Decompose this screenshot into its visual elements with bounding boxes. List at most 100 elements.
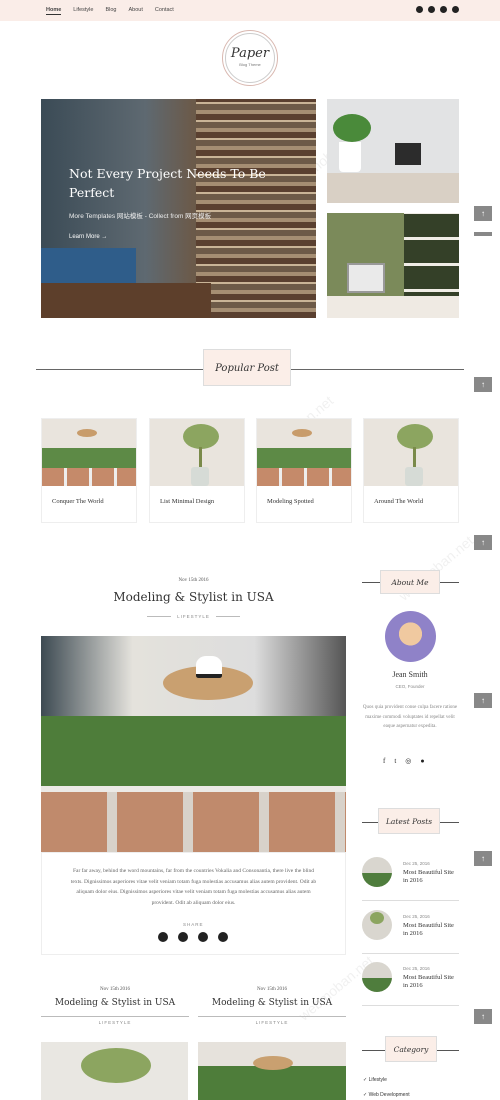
nav-item-contact[interactable]: Contact <box>155 7 174 15</box>
twitter-icon[interactable] <box>416 6 423 13</box>
learn-more-label: Learn More <box>69 234 100 240</box>
category-item[interactable]: ✓ Web Development <box>363 1092 410 1098</box>
latest-post-title[interactable]: Most Beautiful Site in 2016 <box>403 922 458 938</box>
scroll-top-button[interactable]: ↑ <box>474 535 492 550</box>
header-social <box>416 6 459 13</box>
post-date: Nov 15th 2016 <box>100 987 130 992</box>
article-date: Nov 15th 2016 <box>178 578 209 583</box>
post-thumb <box>362 962 392 992</box>
popular-card[interactable]: Modeling Spotted <box>256 418 352 523</box>
divider-line <box>362 900 459 901</box>
card-title[interactable]: List Minimal Design <box>150 486 244 505</box>
hero-floor-image <box>41 283 211 318</box>
laptop-shape <box>347 263 385 293</box>
latest-post-item[interactable]: Dec 25, 2016 Most Beautiful Site in 2016 <box>362 857 459 893</box>
hero-learn-more-link[interactable]: Learn More → <box>69 234 107 240</box>
nav-item-lifestyle[interactable]: Lifestyle <box>73 7 93 15</box>
twitter-icon[interactable] <box>158 932 168 942</box>
post-thumb <box>362 857 392 887</box>
github-icon[interactable]: ● <box>420 757 424 765</box>
nav-item-blog[interactable]: Blog <box>105 7 116 15</box>
scroll-top-button[interactable]: ↑ <box>474 1009 492 1024</box>
article-body: Far far away, behind the word mountains,… <box>41 852 346 955</box>
latest-post-title[interactable]: Most Beautiful Site in 2016 <box>403 974 458 990</box>
author-role: CEO, Founder <box>395 684 425 689</box>
author-bio: Quos quia provident conse culpa facere r… <box>362 705 458 729</box>
divider-line <box>362 1005 459 1006</box>
hero-title[interactable]: Not Every Project Needs To Be Perfect <box>69 164 269 202</box>
divider-line <box>216 616 240 617</box>
scroll-top-button[interactable]: ↑ <box>474 851 492 866</box>
popular-card[interactable]: List Minimal Design <box>149 418 245 523</box>
article-title[interactable]: Modeling & Stylist in USA <box>41 590 346 604</box>
check-icon: ✓ <box>363 1077 368 1083</box>
post-thumb <box>362 910 392 940</box>
post-category[interactable]: LIFESTYLE <box>41 1020 189 1025</box>
post-title[interactable]: Modeling & Stylist in USA <box>198 998 346 1008</box>
category-item-label: Lifestyle <box>368 1077 387 1083</box>
latest-post-item[interactable]: Dec 25, 2016 Most Beautiful Site in 2016 <box>362 910 459 946</box>
scroll-top-button[interactable]: ↑ <box>474 377 492 392</box>
plant-shape <box>333 114 371 142</box>
scroll-top-button[interactable]: ↑ <box>474 206 492 221</box>
hat-shape <box>253 1056 293 1070</box>
article-image[interactable] <box>41 636 346 852</box>
scroll-top-button[interactable]: ↑ <box>474 693 492 708</box>
instagram-icon[interactable]: ◎ <box>405 757 411 765</box>
flowers-shape <box>41 716 346 786</box>
nav-item-home[interactable]: Home <box>46 7 62 15</box>
post-category[interactable]: LIFESTYLE <box>198 1020 346 1025</box>
tree-shape <box>81 1048 151 1083</box>
post-image[interactable] <box>41 1042 188 1100</box>
hero-side-image-top[interactable] <box>327 99 459 203</box>
category-heading: Category <box>385 1036 437 1062</box>
arrow-right-icon: → <box>101 234 108 240</box>
hero-sofa-image <box>41 248 136 288</box>
latest-post-date: Dec 25, 2016 <box>403 914 430 919</box>
popular-card[interactable]: Around The World <box>363 418 459 523</box>
latest-post-date: Dec 25, 2016 <box>403 966 430 971</box>
facebook-icon[interactable] <box>178 932 188 942</box>
card-title[interactable]: Modeling Spotted <box>257 486 351 505</box>
card-title[interactable]: Conquer The World <box>42 486 136 505</box>
dribbble-icon[interactable] <box>452 6 459 13</box>
post-title[interactable]: Modeling & Stylist in USA <box>41 998 189 1008</box>
divider-line <box>147 616 171 617</box>
divider-line <box>41 1016 189 1017</box>
facebook-icon[interactable] <box>428 6 435 13</box>
linkedin-icon[interactable] <box>440 6 447 13</box>
hero-side-image-bottom[interactable] <box>327 213 459 318</box>
category-item[interactable]: ✓ Lifestyle <box>363 1077 387 1083</box>
hero-slide[interactable]: Not Every Project Needs To Be Perfect Mo… <box>41 99 316 318</box>
twitter-icon[interactable]: t <box>394 757 396 765</box>
popular-card[interactable]: Conquer The World <box>41 418 137 523</box>
latest-posts-heading: Latest Posts <box>378 808 440 834</box>
latest-post-title[interactable]: Most Beautiful Site in 2016 <box>403 869 458 885</box>
scroll-handle[interactable] <box>474 232 492 236</box>
divider-line <box>291 369 464 370</box>
post-image[interactable] <box>198 1042 346 1100</box>
latest-post-item[interactable]: Dec 25, 2016 Most Beautiful Site in 2016 <box>362 962 459 998</box>
latest-post-date: Dec 25, 2016 <box>403 861 430 866</box>
flowers-shape <box>198 1066 346 1100</box>
hat-crown-shape <box>196 656 222 678</box>
logo-title: Paper <box>230 46 270 61</box>
site-logo[interactable]: Paper Blog Theme <box>222 30 278 86</box>
card-title[interactable]: Around The World <box>364 486 458 505</box>
desk-shape <box>327 296 459 318</box>
main-nav: Home Lifestyle Blog About Contact <box>46 7 174 15</box>
about-me-label: About Me <box>391 578 429 587</box>
pot-shape <box>339 142 361 172</box>
nav-item-about[interactable]: About <box>128 7 142 15</box>
facebook-icon[interactable]: f <box>383 757 385 765</box>
divider-line <box>362 953 459 954</box>
linkedin-icon[interactable] <box>198 932 208 942</box>
desk-shape <box>327 173 459 203</box>
pinterest-icon[interactable] <box>218 932 228 942</box>
author-social: f t ◎ ● <box>383 757 425 765</box>
latest-posts-label: Latest Posts <box>385 817 433 826</box>
share-label: SHARE <box>183 922 204 927</box>
post-date: Nov 15th 2016 <box>257 987 287 992</box>
author-name: Jean Smith <box>392 670 428 679</box>
article-category[interactable]: LIFESTYLE <box>41 614 346 619</box>
